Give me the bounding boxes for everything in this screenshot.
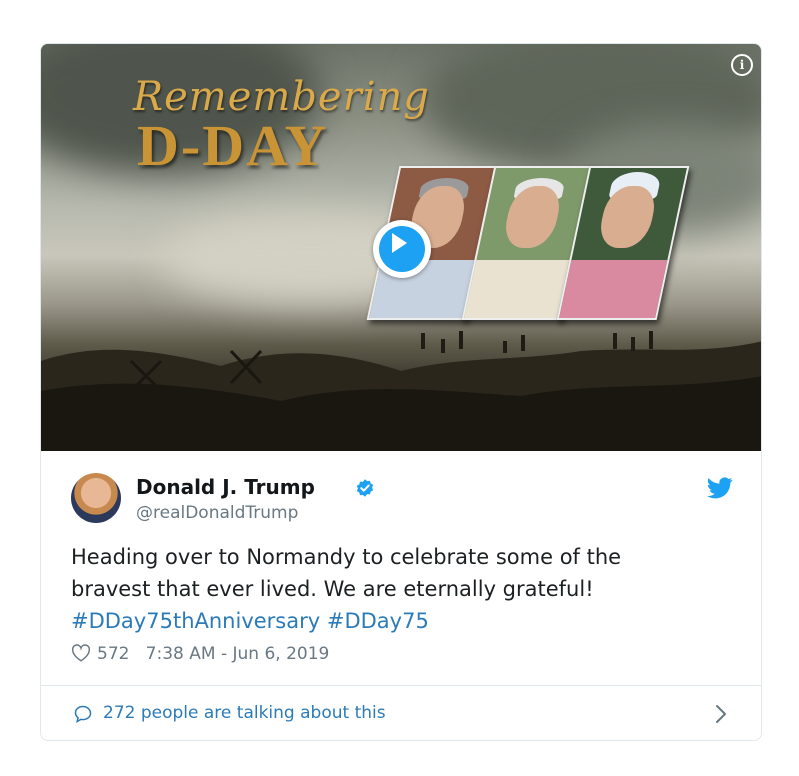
speech-bubble-icon: [74, 705, 92, 724]
play-icon: [392, 233, 407, 253]
face: [595, 186, 660, 248]
tweet-hashtags: #DDay75thAnniversary #DDay75: [71, 605, 731, 637]
face: [500, 186, 565, 248]
hashtag-link[interactable]: #DDay75thAnniversary: [71, 609, 320, 633]
conversation-count-text: 272 people are talking about this: [103, 703, 386, 723]
battlefield-silhouette: [41, 331, 761, 451]
conversation-link[interactable]: 272 people are talking about this: [41, 686, 761, 740]
video-title-main: D-DAY: [137, 113, 329, 178]
heart-icon[interactable]: [71, 644, 91, 662]
author-handle[interactable]: @realDonaldTrump: [136, 503, 298, 523]
tweet-header: Donald J. Trump @realDonaldTrump: [41, 451, 761, 541]
play-button[interactable]: [373, 220, 431, 278]
shirt: [559, 260, 668, 318]
timestamp-link[interactable]: 7:38 AM - Jun 6, 2019: [146, 644, 330, 664]
video-thumbnail[interactable]: Remembering D-DAY i: [41, 44, 761, 451]
author-name[interactable]: Donald J. Trump: [136, 475, 315, 499]
verified-badge-icon: [356, 479, 374, 497]
shirt: [464, 260, 573, 318]
tweet-meta: 572 7:38 AM - Jun 6, 2019: [71, 644, 329, 664]
tweet-text: Heading over to Normandy to celebrate so…: [71, 541, 731, 637]
info-icon[interactable]: i: [731, 54, 753, 76]
avatar[interactable]: [71, 473, 121, 523]
like-count[interactable]: 572: [97, 644, 129, 664]
tweet-text-line: bravest that ever lived. We are eternall…: [71, 577, 594, 601]
embedded-tweet-card: Remembering D-DAY i Donald J. Trump @rea…: [40, 43, 762, 741]
twitter-bird-icon[interactable]: [707, 477, 733, 499]
hashtag-link[interactable]: #DDay75: [327, 609, 429, 633]
tweet-text-line: Heading over to Normandy to celebrate so…: [71, 545, 622, 569]
chevron-right-icon: [716, 705, 726, 723]
